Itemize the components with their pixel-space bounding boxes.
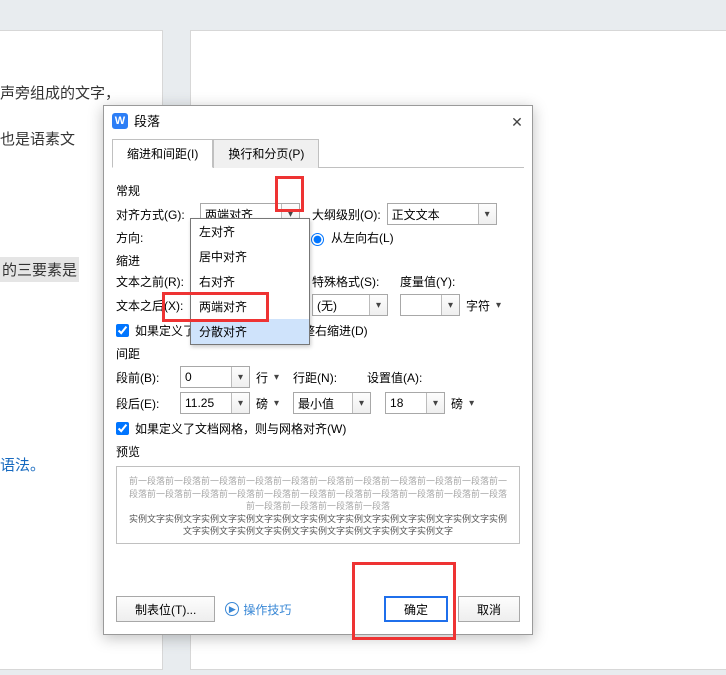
outline-label: 大纲级别(O): xyxy=(312,206,381,223)
section-indent: 缩进 xyxy=(116,252,520,269)
tabstops-button[interactable]: 制表位(T)... xyxy=(116,596,215,622)
special-format-combo[interactable] xyxy=(312,294,388,316)
paragraph-dialog: W 段落 ✕ 缩进和间距(I) 换行和分页(P) 常规 对齐方式(G): ▾ 大… xyxy=(103,105,533,635)
bg-line-1: 声旁组成的文字， xyxy=(0,82,120,103)
section-spacing: 间距 xyxy=(116,345,520,362)
after-label: 段后(E): xyxy=(116,395,174,412)
bg-line-4: 语法。 xyxy=(0,454,45,475)
dialog-tabs: 缩进和间距(I) 换行和分页(P) xyxy=(104,138,532,167)
direction-label: 方向: xyxy=(116,229,194,246)
dialog-body: 常规 对齐方式(G): ▾ 大纲级别(O): ▾ 方向: 从左向右(L) 缩进 … xyxy=(104,168,532,588)
tab-indent-spacing[interactable]: 缩进和间距(I) xyxy=(112,139,213,168)
set-value-input[interactable] xyxy=(385,392,445,414)
set-value-label: 设置值(A): xyxy=(367,369,422,386)
grid-align-checkbox[interactable] xyxy=(116,422,129,435)
special-format-label: 特殊格式(S): xyxy=(312,273,388,290)
help-tips-link[interactable]: ▶ 操作技巧 xyxy=(225,601,291,618)
alignment-option-right[interactable]: 右对齐 xyxy=(191,269,309,294)
direction-ltr-input[interactable] xyxy=(311,233,324,246)
dialog-title: 段落 xyxy=(134,111,160,130)
before-label: 段前(B): xyxy=(116,369,174,386)
preview-sample-text: 实例文字实例文字实例文字实例文字实例文字实例文字实例文字实例文字实例文字实例文字… xyxy=(125,513,511,538)
chevron-down-icon: ▾ xyxy=(469,398,474,409)
section-general: 常规 xyxy=(116,182,520,199)
direction-ltr-text: 从左向右(L) xyxy=(331,229,394,246)
chevron-down-icon: ▾ xyxy=(274,398,279,409)
set-value-unit-label: 磅 xyxy=(451,395,463,412)
before-unit-label: 行 xyxy=(256,369,268,386)
after-value-input[interactable] xyxy=(180,392,250,414)
line-spacing-label: 行距(N): xyxy=(293,369,353,386)
text-after-label: 文本之后(X): xyxy=(116,297,194,314)
chevron-down-icon: ▾ xyxy=(274,372,279,383)
tab-line-page-break[interactable]: 换行和分页(P) xyxy=(213,139,319,168)
after-unit-label: 磅 xyxy=(256,395,268,412)
cancel-button[interactable]: 取消 xyxy=(458,596,520,622)
bg-line-2: 也是语素文 xyxy=(0,128,75,149)
line-spacing-combo[interactable] xyxy=(293,392,371,414)
bg-line-3: 的三要素是 xyxy=(0,257,79,282)
dialog-footer: 制表位(T)... ▶ 操作技巧 确定 取消 xyxy=(104,588,532,634)
app-icon: W xyxy=(112,113,128,129)
play-circle-icon: ▶ xyxy=(225,602,239,616)
auto-adjust-right-indent-checkbox[interactable] xyxy=(116,324,129,337)
chevron-down-icon: ▾ xyxy=(496,300,501,311)
direction-ltr-radio[interactable]: 从左向右(L) xyxy=(306,229,394,246)
before-value-input[interactable] xyxy=(180,366,250,388)
text-before-label: 文本之前(R): xyxy=(116,273,194,290)
ok-button[interactable]: 确定 xyxy=(384,596,448,622)
preview-gray-text: 前一段落前一段落前一段落前一段落前一段落前一段落前一段落前一段落前一段落前一段落… xyxy=(125,475,511,513)
dialog-titlebar: W 段落 ✕ xyxy=(104,106,532,136)
preview-box: 前一段落前一段落前一段落前一段落前一段落前一段落前一段落前一段落前一段落前一段落… xyxy=(116,466,520,544)
alignment-label: 对齐方式(G): xyxy=(116,206,194,223)
help-tips-label: 操作技巧 xyxy=(243,601,291,618)
outline-combo[interactable] xyxy=(387,203,497,225)
close-icon[interactable]: ✕ xyxy=(508,113,526,131)
section-preview: 预览 xyxy=(116,443,520,460)
measure-unit-label: 字符 xyxy=(466,297,490,314)
grid-align-label: 如果定义了文档网格，则与网格对齐(W) xyxy=(135,420,346,437)
alignment-option-left[interactable]: 左对齐 xyxy=(191,219,309,244)
measure-value-input[interactable] xyxy=(400,294,460,316)
alignment-option-center[interactable]: 居中对齐 xyxy=(191,244,309,269)
measure-label: 度量值(Y): xyxy=(400,273,455,290)
alignment-dropdown-list: 左对齐 居中对齐 右对齐 两端对齐 分散对齐 xyxy=(190,218,310,345)
alignment-option-distribute[interactable]: 分散对齐 xyxy=(191,319,309,344)
alignment-option-justify[interactable]: 两端对齐 xyxy=(191,294,309,319)
